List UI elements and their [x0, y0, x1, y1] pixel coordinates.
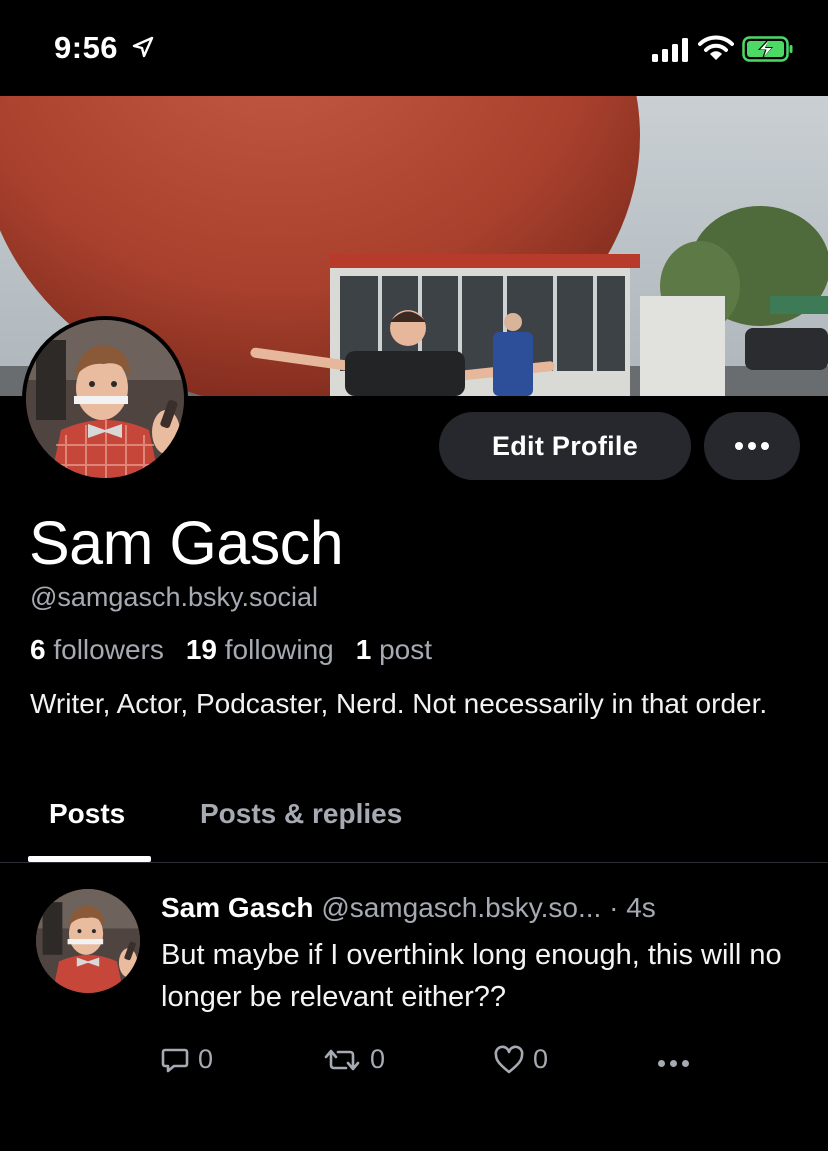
heart-icon — [494, 1045, 524, 1073]
repost-count: 0 — [370, 1044, 386, 1074]
followers-label: followers — [53, 634, 164, 665]
tab-posts-and-replies[interactable]: Posts & replies — [200, 798, 402, 830]
post-text[interactable]: But maybe if I overthink long enough, th… — [161, 934, 801, 1018]
following-label: following — [224, 634, 334, 665]
following-count: 19 — [185, 634, 217, 665]
profile-avatar[interactable] — [22, 316, 188, 482]
status-time: 9:56 — [54, 30, 119, 65]
post-author-handle[interactable]: @samgasch.bsky.so... — [321, 892, 601, 923]
post-author-avatar[interactable] — [36, 889, 140, 993]
ellipsis-icon — [735, 442, 769, 450]
profile-display-name: Sam Gasch — [29, 509, 344, 577]
edit-profile-button[interactable]: Edit Profile — [439, 412, 691, 480]
profile-tabs: Posts Posts & replies — [0, 790, 828, 863]
post-timestamp[interactable]: 4s — [626, 892, 656, 923]
posts-count: 1 — [355, 634, 372, 665]
followers-count: 6 — [30, 634, 46, 665]
location-arrow-icon — [132, 36, 154, 58]
reply-button[interactable]: 0 — [160, 1044, 213, 1075]
profile-stats: 6 followers 19 following 1 post — [30, 634, 432, 666]
following-stat[interactable]: 19 following — [186, 634, 334, 666]
post-actions: 0 0 0 — [0, 1044, 828, 1088]
battery-charging-icon — [742, 36, 793, 62]
post-header: Sam Gasch @samgasch.bsky.so... · 4s — [161, 892, 656, 924]
post-more-button[interactable] — [658, 1060, 689, 1067]
posts-stat: 1 post — [356, 634, 432, 666]
tab-posts[interactable]: Posts — [49, 798, 125, 830]
repost-button[interactable]: 0 — [322, 1044, 385, 1075]
more-options-button[interactable] — [704, 412, 800, 480]
repost-icon — [324, 1049, 360, 1070]
reply-count: 0 — [198, 1044, 214, 1074]
wifi-icon — [698, 35, 734, 60]
post-author-name[interactable]: Sam Gasch — [161, 892, 314, 923]
cellular-signal-icon — [652, 38, 688, 62]
profile-bio: Writer, Actor, Podcaster, Nerd. Not nece… — [30, 688, 768, 719]
like-button[interactable]: 0 — [493, 1044, 548, 1075]
post-meta-separator: · — [609, 892, 619, 923]
reply-icon — [161, 1048, 189, 1072]
like-count: 0 — [533, 1044, 549, 1074]
status-bar: 9:56 — [0, 0, 828, 96]
ellipsis-icon — [658, 1060, 689, 1067]
posts-label: post — [379, 634, 433, 665]
active-tab-indicator — [28, 856, 151, 862]
followers-stat[interactable]: 6 followers — [30, 634, 164, 666]
profile-handle: @samgasch.bsky.social — [30, 582, 319, 612]
